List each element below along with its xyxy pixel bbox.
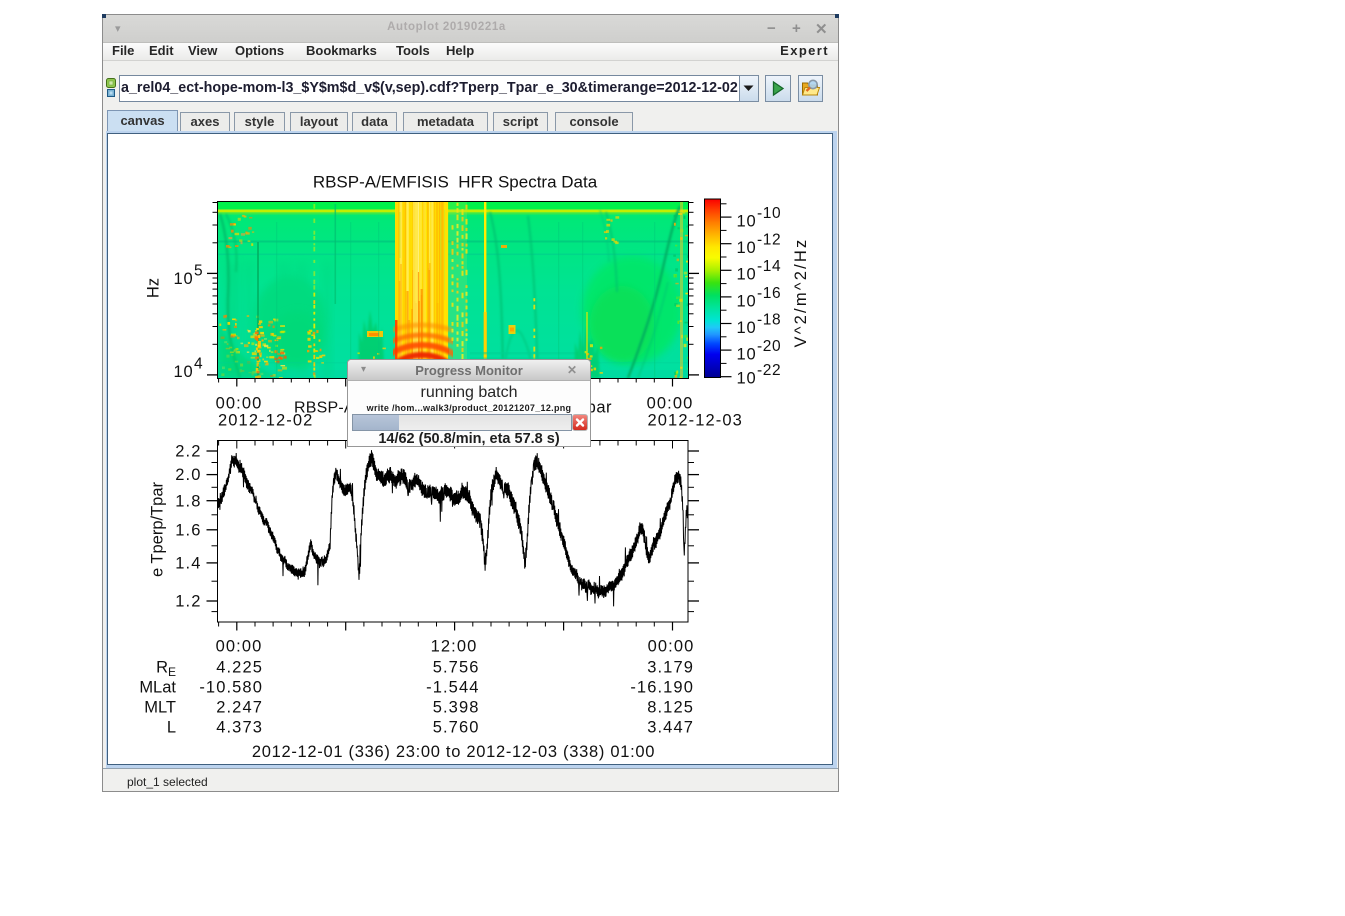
svg-text:4.225: 4.225 (216, 658, 263, 676)
svg-text:1.2: 1.2 (175, 593, 201, 611)
svg-text:00:00: 00:00 (647, 395, 694, 413)
svg-text:10: 10 (737, 239, 757, 257)
svg-text:-12: -12 (757, 232, 781, 249)
svg-text:e Tperp/Tpar: e Tperp/Tpar (149, 481, 167, 577)
svg-text:2012-12-03: 2012-12-03 (648, 412, 743, 430)
svg-text:2.247: 2.247 (216, 699, 263, 717)
svg-text:-1.544: -1.544 (426, 679, 479, 697)
svg-text:4: 4 (194, 356, 203, 373)
svg-text:1.6: 1.6 (175, 521, 201, 539)
svg-text:12:00: 12:00 (431, 638, 478, 656)
svg-text:2012-12-01 (336) 23:00 to 2012: 2012-12-01 (336) 23:00 to 2012-12-03 (33… (252, 743, 655, 761)
svg-text:5.398: 5.398 (433, 699, 480, 717)
svg-text:Hz: Hz (145, 278, 163, 298)
svg-text:RBSP-A: RBSP-A (294, 400, 355, 417)
svg-text:10: 10 (737, 319, 757, 337)
svg-text:-10.580: -10.580 (199, 679, 263, 697)
svg-text:V^2/m^2/Hz: V^2/m^2/Hz (792, 238, 810, 348)
svg-text:RE: RE (156, 658, 176, 679)
svg-text:10: 10 (174, 270, 194, 288)
svg-text:MLat: MLat (139, 679, 176, 697)
svg-text:-10: -10 (757, 205, 781, 222)
svg-text:3.179: 3.179 (647, 658, 694, 676)
svg-text:RBSP-A/EMFISIS HFR Spectra Da: RBSP-A/EMFISIS HFR Spectra Data (313, 173, 598, 192)
svg-text:-14: -14 (757, 258, 781, 275)
svg-text:3.447: 3.447 (647, 719, 694, 737)
svg-text:2.2: 2.2 (175, 443, 201, 461)
svg-text:L: L (167, 719, 176, 737)
svg-text:10: 10 (174, 363, 194, 381)
svg-text:5.756: 5.756 (433, 658, 480, 676)
svg-text:10: 10 (737, 213, 757, 231)
svg-text:10: 10 (737, 266, 757, 284)
svg-text:-16: -16 (757, 285, 781, 302)
svg-text:8.125: 8.125 (647, 699, 694, 717)
svg-text:5: 5 (194, 263, 203, 280)
svg-text:1.8: 1.8 (175, 492, 201, 510)
svg-text:10: 10 (737, 292, 757, 310)
svg-text:-20: -20 (757, 338, 781, 355)
svg-text:MLT: MLT (144, 699, 176, 717)
svg-text:5.760: 5.760 (433, 719, 480, 737)
svg-text:10: 10 (737, 370, 757, 388)
svg-text:00:00: 00:00 (216, 638, 263, 656)
svg-text:-22: -22 (757, 362, 781, 379)
svg-text:10: 10 (737, 346, 757, 364)
svg-text:-16.190: -16.190 (630, 679, 694, 697)
svg-text:00:00: 00:00 (648, 638, 695, 656)
svg-text:2.0: 2.0 (175, 466, 201, 484)
svg-text:00:00: 00:00 (216, 395, 263, 413)
svg-text:1.4: 1.4 (175, 555, 201, 573)
svg-text:-18: -18 (757, 311, 781, 328)
svg-text:4.373: 4.373 (216, 719, 263, 737)
